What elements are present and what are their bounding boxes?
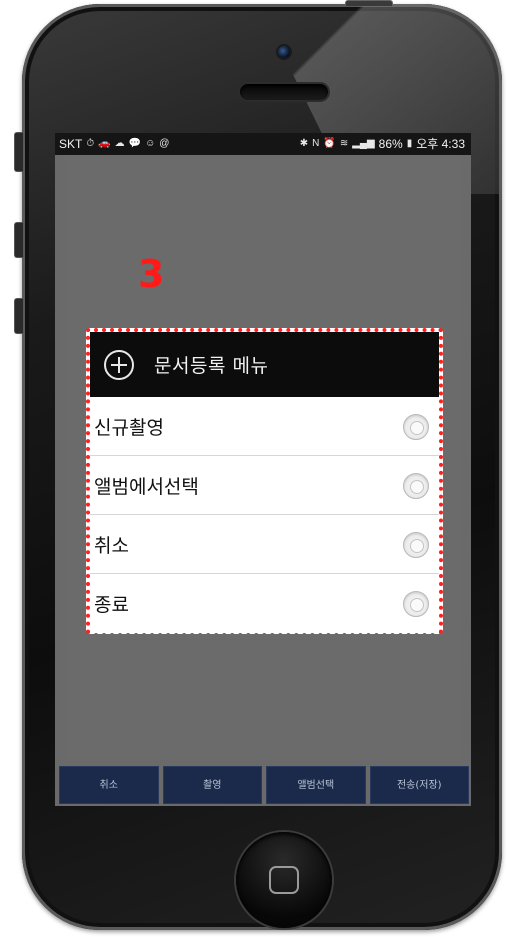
carrier-label: SKT <box>59 137 83 151</box>
clock: 오후 4:33 <box>416 137 465 151</box>
mail-icon: @ <box>159 138 170 149</box>
earpiece-speaker <box>240 84 328 100</box>
menu-item-label: 취소 <box>94 534 129 557</box>
mute-switch <box>14 132 23 172</box>
chat-icon: 💬 <box>128 138 142 149</box>
bottom-button-bar: 취소 촬영 앨범선택 전송(저장) <box>59 766 469 804</box>
status-left: SKT ⏱ 🚗 ☁ 💬 ☺ @ <box>59 133 169 155</box>
volume-down-button <box>14 298 23 334</box>
menu-item-exit[interactable]: 종료 <box>90 574 439 633</box>
capture-button[interactable]: 촬영 <box>162 766 262 804</box>
battery-percent: 86% <box>378 137 403 151</box>
home-square-icon <box>269 866 299 894</box>
signal-icon: ▂▄▆ <box>352 138 375 149</box>
radio-button[interactable] <box>403 414 429 440</box>
status-right: ✱ N ⏰ ≋ ▂▄▆ 86% ▮ 오후 4:33 <box>300 133 465 155</box>
car-icon: 🚗 <box>98 138 111 149</box>
menu-item-select-from-album[interactable]: 앨범에서선택 <box>90 456 439 515</box>
menu-item-label: 종료 <box>94 594 129 616</box>
step-number-annotation: 3 <box>138 252 165 296</box>
nfc-icon: N <box>312 138 320 149</box>
home-button[interactable] <box>236 832 332 928</box>
menu-item-label: 앨범에서선택 <box>94 475 199 498</box>
radio-button[interactable] <box>403 532 429 558</box>
dialog-header: 문서등록 메뉴 <box>90 332 439 397</box>
send-save-button[interactable]: 전송(저장) <box>369 766 469 804</box>
menu-item-cancel[interactable]: 취소 <box>90 515 439 574</box>
menu-item-new-capture[interactable]: 신규촬영 <box>90 397 439 456</box>
bluetooth-icon: ✱ <box>299 138 309 149</box>
dialog-title: 문서등록 메뉴 <box>154 355 269 377</box>
cat-icon: ☺ <box>145 138 156 149</box>
wifi-icon: ≋ <box>339 138 349 149</box>
power-button <box>345 0 393 6</box>
document-register-dialog: 문서등록 메뉴 신규촬영 앨범에서선택 취소 종료 <box>86 328 443 634</box>
menu-item-label: 신규촬영 <box>94 416 164 439</box>
radio-button[interactable] <box>403 473 429 499</box>
menu-list: 신규촬영 앨범에서선택 취소 종료 <box>90 397 439 633</box>
cancel-button[interactable]: 취소 <box>59 766 159 804</box>
cloud-icon: ☁ <box>114 138 125 149</box>
album-select-button[interactable]: 앨범선택 <box>266 766 366 804</box>
status-bar: SKT ⏱ 🚗 ☁ 💬 ☺ @ ✱ N ⏰ ≋ ▂▄▆ 86% ▮ 오후 4:3… <box>55 133 471 155</box>
plus-circle-icon <box>104 349 134 380</box>
alarm-clock-icon: ⏰ <box>323 138 336 149</box>
battery-icon: ▮ <box>406 138 413 149</box>
volume-up-button <box>14 222 23 258</box>
alarm-icon: ⏱ <box>86 138 95 149</box>
front-camera <box>278 46 290 58</box>
radio-button[interactable] <box>403 591 429 617</box>
